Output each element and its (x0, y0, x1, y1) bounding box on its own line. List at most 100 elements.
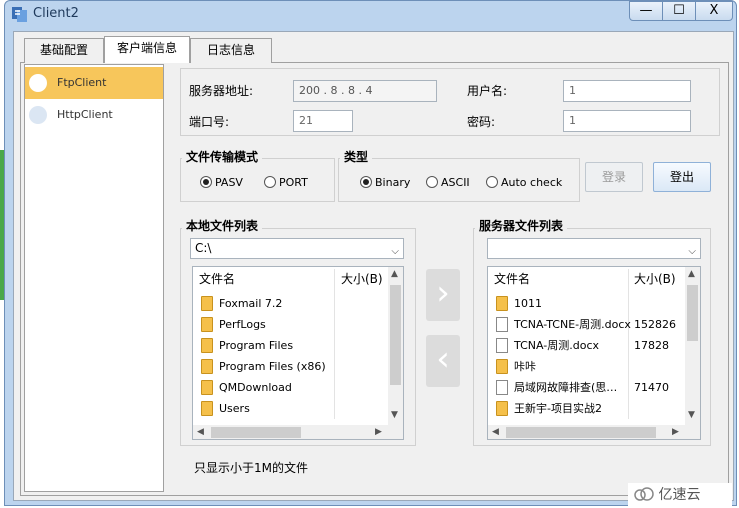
file-row[interactable]: Program Files (193, 335, 385, 356)
address-label: 服务器地址: (189, 84, 254, 98)
scroll-left-icon[interactable]: ◀ (197, 427, 204, 437)
file-name: 咔咔 (514, 360, 536, 373)
file-name: Users (219, 402, 250, 415)
minimize-button[interactable]: — (629, 1, 663, 21)
horizontal-scrollbar[interactable]: ◀ ▶ (193, 425, 403, 439)
server-file-list[interactable]: 文件名 大小(B) 1011 TCNA-TCNE-周测.docx 152826 TCN… (487, 266, 701, 440)
type-title: 类型 (340, 148, 373, 165)
transfer-mode-title: 文件传输模式 (182, 148, 263, 165)
radio-checked-icon (200, 176, 212, 188)
scroll-down-icon[interactable]: ▼ (688, 410, 695, 420)
scroll-up-icon[interactable]: ▲ (688, 269, 695, 279)
scroll-thumb[interactable] (506, 427, 656, 438)
port-label: 端口号: (189, 115, 230, 129)
scroll-right-icon[interactable]: ▶ (375, 427, 382, 437)
file-row[interactable]: QMDownload (193, 377, 385, 398)
file-size: 152826 (634, 318, 676, 331)
local-files-title: 本地文件列表 (182, 217, 263, 234)
scroll-left-icon[interactable]: ◀ (492, 427, 499, 437)
password-field[interactable]: 1 (563, 110, 691, 132)
column-header-size[interactable]: 大小(B) (634, 267, 676, 291)
scroll-thumb[interactable] (687, 285, 698, 341)
document-icon (496, 380, 508, 395)
tab-client-info[interactable]: 客户端信息 (104, 36, 190, 63)
file-row[interactable]: 王新宇-项目实战2 (488, 398, 680, 419)
radio-port[interactable]: PORT (264, 176, 308, 189)
radio-pasv[interactable]: PASV (200, 176, 243, 189)
upload-arrow-button[interactable]: › (426, 269, 460, 321)
file-name: 王新宇-项目实战2 (514, 402, 602, 415)
vertical-scrollbar[interactable]: ▲ ▼ (685, 267, 700, 425)
tab-basic-config[interactable]: 基础配置 (24, 38, 104, 63)
scroll-down-icon[interactable]: ▼ (391, 410, 398, 420)
title-bar[interactable]: Client2 — ☐ X (5, 1, 736, 27)
radio-binary[interactable]: Binary (360, 176, 410, 189)
local-path-value: C:\ (195, 241, 212, 255)
radio-icon (264, 176, 276, 188)
radio-icon (486, 176, 498, 188)
scroll-thumb[interactable] (211, 427, 301, 438)
window-title: Client2 (33, 6, 79, 21)
server-settings: 服务器地址: 200 . 8 . 8 . 4 用户名: 1 端口号: 21 密码… (180, 68, 720, 136)
file-row[interactable]: Foxmail 7.2 (193, 293, 385, 314)
file-row[interactable]: TCNA-周测.docx 17828 (488, 335, 680, 356)
address-field[interactable]: 200 . 8 . 8 . 4 (293, 80, 437, 102)
watermark: 亿速云 (628, 483, 732, 507)
chevron-down-icon: ⌵ (688, 246, 696, 257)
close-button[interactable]: X (695, 1, 733, 21)
file-row[interactable]: 咔咔 (488, 356, 680, 377)
connection-label: HttpClient (57, 108, 113, 121)
tab-log-info[interactable]: 日志信息 (190, 38, 272, 63)
radio-ascii[interactable]: ASCII (426, 176, 470, 189)
vertical-scrollbar[interactable]: ▲ ▼ (388, 267, 403, 425)
maximize-button[interactable]: ☐ (662, 1, 696, 21)
local-file-list[interactable]: 文件名 大小(B) Foxmail 7.2 PerfLogs Program Fil… (192, 266, 404, 440)
logout-button[interactable]: 登出 (653, 162, 711, 192)
local-path-dropdown[interactable]: C:\ ⌵ (190, 238, 404, 259)
port-field[interactable]: 21 (293, 110, 353, 132)
server-path-dropdown[interactable]: ⌵ (487, 238, 701, 259)
radio-checked-icon (360, 176, 372, 188)
horizontal-scrollbar[interactable]: ◀ ▶ (488, 425, 700, 439)
folder-icon (201, 338, 213, 353)
file-name: Program Files (219, 339, 294, 352)
file-row[interactable]: PerfLogs (193, 314, 385, 335)
file-size: 17828 (634, 339, 669, 352)
column-header-name[interactable]: 文件名 (494, 267, 530, 291)
radio-auto-check[interactable]: Auto check (486, 176, 562, 189)
column-header-name[interactable]: 文件名 (199, 267, 235, 291)
connection-label: FtpClient (57, 76, 107, 89)
client-window: Client2 — ☐ X 基础配置 客户端信息 日志信息 FtpClient … (4, 0, 737, 506)
download-arrow-button[interactable]: ‹ (426, 335, 460, 387)
folder-icon (496, 401, 508, 416)
username-field[interactable]: 1 (563, 80, 691, 102)
file-row[interactable]: Program Files (x86) (193, 356, 385, 377)
file-row[interactable]: 1011 (488, 293, 680, 314)
document-icon (496, 317, 508, 332)
column-header-size[interactable]: 大小(B) (341, 267, 383, 291)
login-button[interactable]: 登录 (585, 162, 643, 192)
file-row[interactable]: 局域网故障排查(思… 71470 (488, 377, 680, 398)
file-name: QMDownload (219, 381, 292, 394)
size-filter-note: 只显示小于1M的文件 (194, 461, 308, 475)
scroll-thumb[interactable] (390, 285, 401, 385)
radio-label: PORT (279, 176, 308, 189)
password-label: 密码: (467, 115, 496, 129)
file-row[interactable]: Users (193, 398, 385, 419)
status-dot-icon (29, 74, 47, 92)
scroll-up-icon[interactable]: ▲ (391, 269, 398, 279)
file-name: 1011 (514, 297, 542, 310)
radio-icon (426, 176, 438, 188)
folder-icon (496, 296, 508, 311)
folder-icon (201, 380, 213, 395)
connection-item-http[interactable]: HttpClient (25, 99, 163, 131)
folder-icon (201, 296, 213, 311)
app-icon (12, 7, 27, 22)
connection-item-ftp[interactable]: FtpClient (25, 67, 163, 99)
watermark-text: 亿速云 (658, 487, 701, 503)
username-label: 用户名: (467, 84, 508, 98)
scroll-right-icon[interactable]: ▶ (672, 427, 679, 437)
document-icon (496, 338, 508, 353)
file-row[interactable]: TCNA-TCNE-周测.docx 152826 (488, 314, 680, 335)
chevron-down-icon: ⌵ (391, 246, 399, 257)
